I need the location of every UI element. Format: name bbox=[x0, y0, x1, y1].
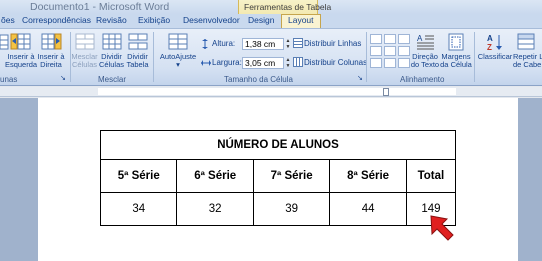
ruler-active-area bbox=[98, 88, 456, 95]
distribute-rows-icon bbox=[293, 38, 303, 48]
sort-az-icon: AZ bbox=[487, 34, 502, 51]
dialog-launcher-tamanho[interactable]: ↘ bbox=[357, 74, 363, 82]
sort-button[interactable]: AZ Classificar bbox=[477, 33, 513, 61]
group-label-alinhamento: Alinhamento bbox=[400, 75, 445, 84]
value-cell-7a-serie[interactable]: 39 bbox=[252, 192, 331, 226]
insert-column-right-icon bbox=[41, 33, 62, 50]
group-label-linhas: unas bbox=[0, 75, 18, 84]
autofit-button[interactable]: AutoAjuste ▾ bbox=[156, 33, 200, 69]
cell-margins-icon bbox=[448, 33, 464, 51]
svg-text:A: A bbox=[417, 34, 423, 43]
distribute-columns-button[interactable]: Distribuir Colunas bbox=[304, 58, 367, 67]
header-cell-7a-serie[interactable]: 7ª Série bbox=[252, 159, 331, 193]
align-middle-center-button[interactable] bbox=[384, 46, 396, 56]
cell-margins-label-2: da Célula bbox=[440, 60, 472, 69]
split-table-icon bbox=[128, 33, 147, 50]
group-label-mesclar: Mesclar bbox=[98, 75, 127, 84]
align-bottom-left-button[interactable] bbox=[370, 58, 382, 68]
column-width-icon bbox=[201, 60, 211, 66]
tab-exibicao[interactable]: Exibição bbox=[138, 15, 170, 28]
merge-cells-icon bbox=[75, 33, 94, 50]
autofit-dropdown-icon: ▾ bbox=[176, 60, 180, 69]
window-title: Documento1 - Microsoft Word bbox=[30, 1, 170, 13]
text-direction-icon: A bbox=[417, 34, 434, 50]
insert-column-left-icon bbox=[10, 33, 31, 50]
align-middle-left-button[interactable] bbox=[370, 46, 382, 56]
row-height-input[interactable]: 1,38 cm bbox=[242, 38, 284, 50]
svg-text:A: A bbox=[487, 34, 493, 43]
insert-right-button[interactable]: Inserir à Direita bbox=[36, 33, 66, 69]
split-cells-button[interactable]: Dividir Células bbox=[98, 33, 125, 69]
header-cell-5a-serie[interactable]: 5ª Série bbox=[99, 159, 178, 193]
split-cells-label-2: Células bbox=[98, 60, 124, 69]
sort-label: Classificar bbox=[477, 52, 513, 61]
tab-revisao[interactable]: Revisão bbox=[96, 15, 127, 28]
text-direction-button[interactable]: A Direção do Texto bbox=[410, 33, 440, 69]
row-height-icon bbox=[202, 39, 208, 49]
repeat-header-label-2: de Cabe bbox=[513, 60, 542, 69]
insert-left-button[interactable]: Inserir à Esquerda bbox=[4, 33, 38, 69]
group-separator bbox=[366, 32, 367, 82]
distribute-rows-button[interactable]: Distribuir Linhas bbox=[304, 39, 361, 48]
split-table-button[interactable]: Dividir Tabela bbox=[124, 33, 151, 69]
header-cell-8a-serie[interactable]: 8ª Série bbox=[329, 159, 407, 193]
value-cell-6a-serie[interactable]: 32 bbox=[176, 192, 254, 226]
split-table-label-2: Tabela bbox=[126, 60, 149, 69]
group-label-tamanho: Tamanho da Célula bbox=[224, 75, 293, 84]
group-separator bbox=[474, 32, 475, 82]
tab-correspondencias[interactable]: Correspondências bbox=[22, 15, 91, 28]
dialog-launcher-linhas[interactable]: ↘ bbox=[60, 74, 66, 82]
width-label: Largura: bbox=[212, 58, 242, 67]
align-top-center-button[interactable] bbox=[384, 34, 396, 44]
table-header-row: 5ª Série 6ª Série 7ª Série 8ª Série Tota… bbox=[99, 159, 457, 193]
repeat-header-icon bbox=[517, 33, 535, 50]
cell-margins-button[interactable]: Margens da Célula bbox=[439, 33, 473, 69]
align-middle-right-button[interactable] bbox=[398, 46, 410, 56]
autofit-icon bbox=[168, 33, 188, 50]
tab-layout[interactable]: Layout bbox=[281, 14, 321, 29]
align-top-right-button[interactable] bbox=[398, 34, 410, 44]
insert-right-label-2: Direita bbox=[40, 60, 62, 69]
header-cell-total[interactable]: Total bbox=[405, 159, 457, 193]
height-label: Altura: bbox=[212, 39, 236, 48]
align-top-left-button[interactable] bbox=[370, 34, 382, 44]
svg-text:Z: Z bbox=[487, 43, 492, 51]
tab-design[interactable]: Design bbox=[248, 15, 274, 28]
insert-left-label-2: Esquerda bbox=[4, 60, 38, 69]
merge-cells-label-2: Células bbox=[71, 60, 97, 69]
column-width-spinner[interactable]: ▲ ▼ bbox=[285, 57, 291, 69]
contextual-group-label: Ferramentas de Tabela bbox=[244, 2, 332, 12]
column-width-input[interactable]: 3,05 cm bbox=[242, 57, 284, 69]
text-direction-label-2: do Texto bbox=[410, 60, 440, 69]
distribute-columns-icon bbox=[293, 57, 303, 67]
value-cell-8a-serie[interactable]: 44 bbox=[329, 192, 407, 226]
value-cell-5a-serie[interactable]: 34 bbox=[99, 192, 178, 226]
ruler-column-marker[interactable] bbox=[383, 88, 389, 96]
align-bottom-center-button[interactable] bbox=[384, 58, 396, 68]
red-arrow-pointer-icon bbox=[430, 215, 454, 241]
repeat-header-rows-button[interactable]: Repetir Li de Cabe bbox=[513, 33, 542, 69]
group-separator bbox=[153, 32, 154, 82]
table-title-cell[interactable]: NÚMERO DE ALUNOS bbox=[100, 130, 456, 160]
horizontal-ruler[interactable] bbox=[0, 87, 542, 97]
alignment-grid bbox=[370, 34, 412, 70]
students-table[interactable]: NÚMERO DE ALUNOS 5ª Série 6ª Série 7ª Sé… bbox=[99, 130, 457, 226]
ribbon: Inserir à Esquerda Inserir à Direita una… bbox=[0, 28, 542, 86]
split-cells-icon bbox=[102, 33, 121, 50]
merge-cells-button[interactable]: Mesclar Células bbox=[71, 33, 98, 69]
header-cell-6a-serie[interactable]: 6ª Série bbox=[176, 159, 254, 193]
tab-desenvolvedor[interactable]: Desenvolvedor bbox=[183, 15, 240, 28]
tab-inserir-partial[interactable]: ões bbox=[1, 15, 15, 28]
row-height-spinner[interactable]: ▲ ▼ bbox=[285, 38, 291, 50]
align-bottom-right-button[interactable] bbox=[398, 58, 410, 68]
table-values-row: 34 32 39 44 149 bbox=[99, 192, 457, 226]
